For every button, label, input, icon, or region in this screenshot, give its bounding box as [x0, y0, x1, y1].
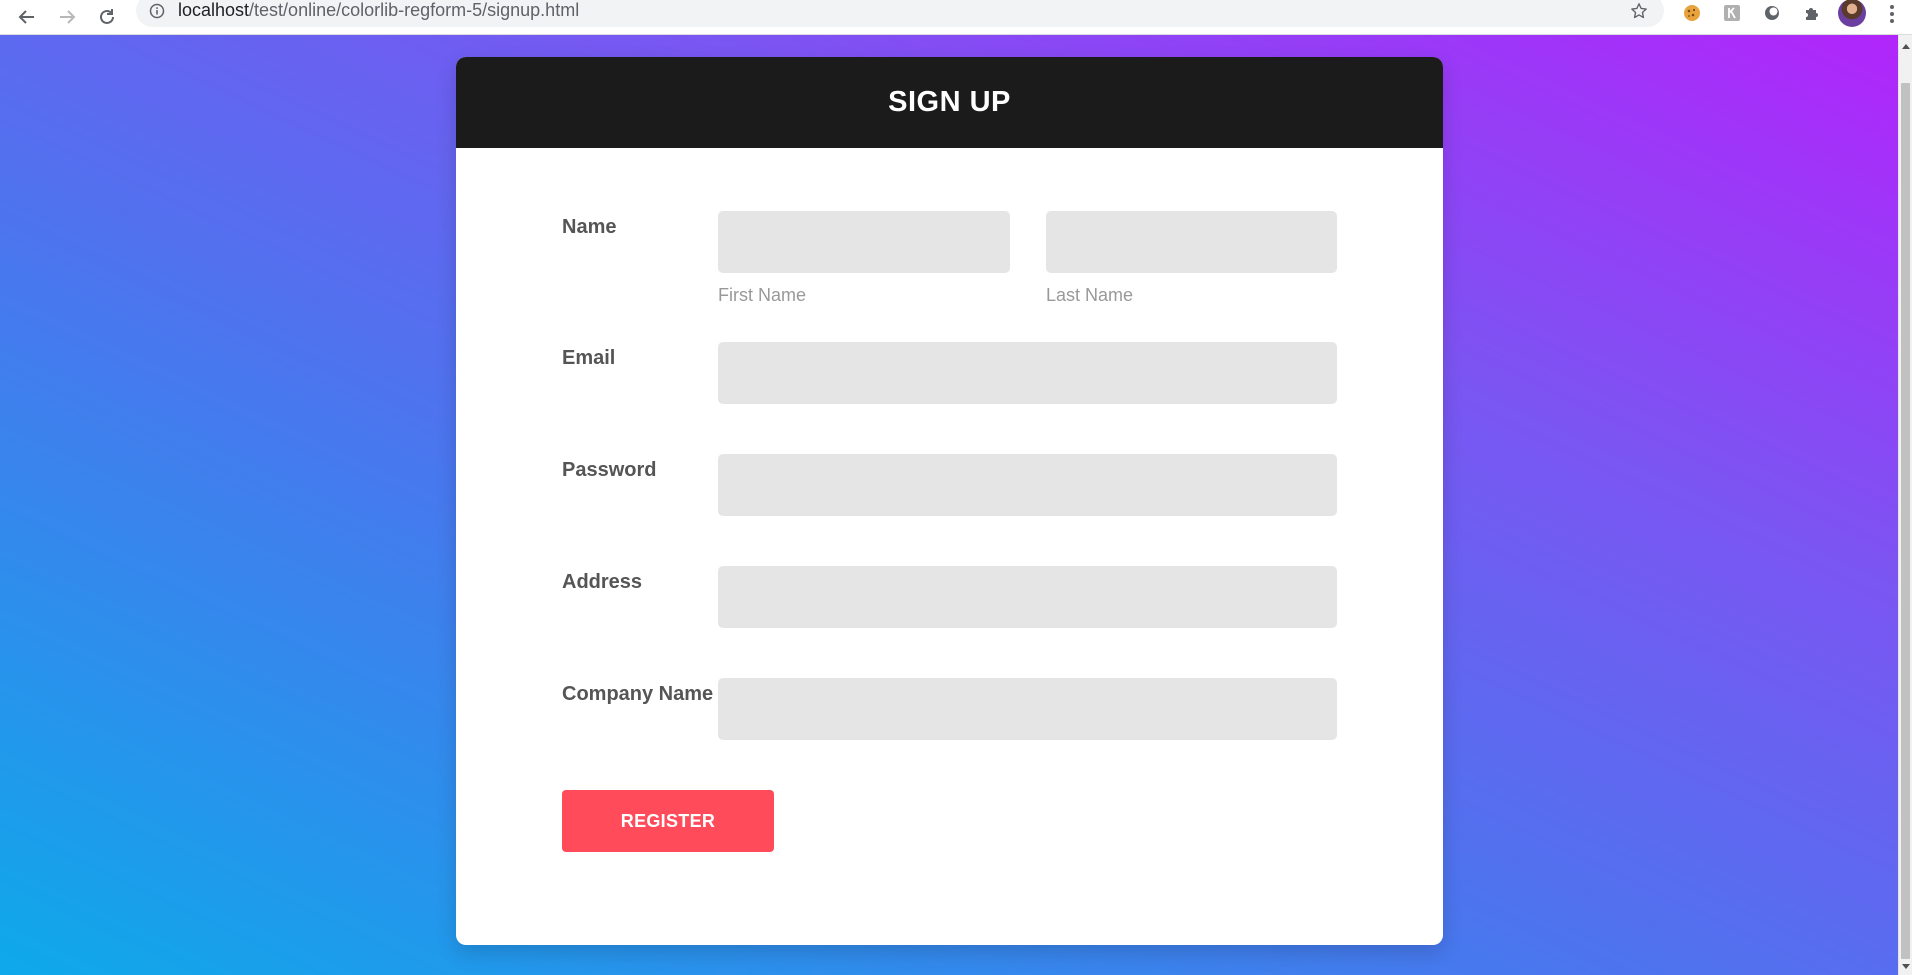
scroll-up-icon[interactable]	[1902, 44, 1910, 49]
reload-button[interactable]	[92, 2, 122, 32]
puzzle-icon[interactable]	[1800, 1, 1824, 25]
page-title: SIGN UP	[888, 86, 1011, 118]
email-label: Email	[562, 347, 616, 369]
browser-toolbar: localhost/test/online/colorlib-regform-5…	[0, 0, 1912, 35]
company-name-label: Company Name	[562, 683, 714, 705]
back-button[interactable]	[12, 2, 42, 32]
k-extension-icon[interactable]	[1720, 1, 1744, 25]
circle-extension-icon[interactable]	[1760, 1, 1784, 25]
arrow-left-icon	[18, 10, 34, 24]
password-field[interactable]	[718, 454, 1337, 516]
url-host: localhost	[178, 0, 250, 20]
kebab-icon[interactable]	[1884, 0, 1900, 28]
star-icon[interactable]	[1630, 2, 1648, 20]
reload-icon	[100, 9, 114, 24]
address-label: Address	[562, 571, 643, 593]
url-path: /test/online/colorlib-regform-5/signup.h…	[249, 0, 580, 20]
scroll-down-icon[interactable]	[1902, 964, 1910, 969]
address-bar[interactable]: localhost/test/online/colorlib-regform-5…	[136, 0, 1664, 27]
arrow-right-icon	[60, 10, 76, 24]
info-icon[interactable]	[149, 3, 165, 19]
email-field[interactable]	[718, 342, 1337, 404]
first-name-caption: First Name	[718, 285, 807, 305]
profile-avatar[interactable]	[1838, 0, 1866, 27]
cookie-extension-icon[interactable]	[1680, 1, 1704, 25]
forward-button[interactable]	[52, 2, 82, 32]
address-field[interactable]	[718, 566, 1337, 628]
page-scrollbar[interactable]	[1898, 35, 1912, 975]
scrollbar-thumb[interactable]	[1901, 83, 1910, 959]
last-name-caption: Last Name	[1046, 285, 1134, 305]
password-label: Password	[562, 459, 657, 481]
card-header: SIGN UP	[456, 57, 1443, 148]
page-background: SIGN UP Name First Name Last Name Email …	[0, 35, 1898, 975]
url-text[interactable]: localhost/test/online/colorlib-regform-5…	[178, 0, 579, 21]
register-button[interactable]: REGISTER	[562, 790, 774, 852]
signup-card: SIGN UP Name First Name Last Name Email …	[456, 57, 1443, 945]
last-name-field[interactable]	[1046, 211, 1337, 273]
first-name-field[interactable]	[718, 211, 1010, 273]
company-name-field[interactable]	[718, 678, 1337, 740]
name-label: Name	[562, 216, 617, 238]
